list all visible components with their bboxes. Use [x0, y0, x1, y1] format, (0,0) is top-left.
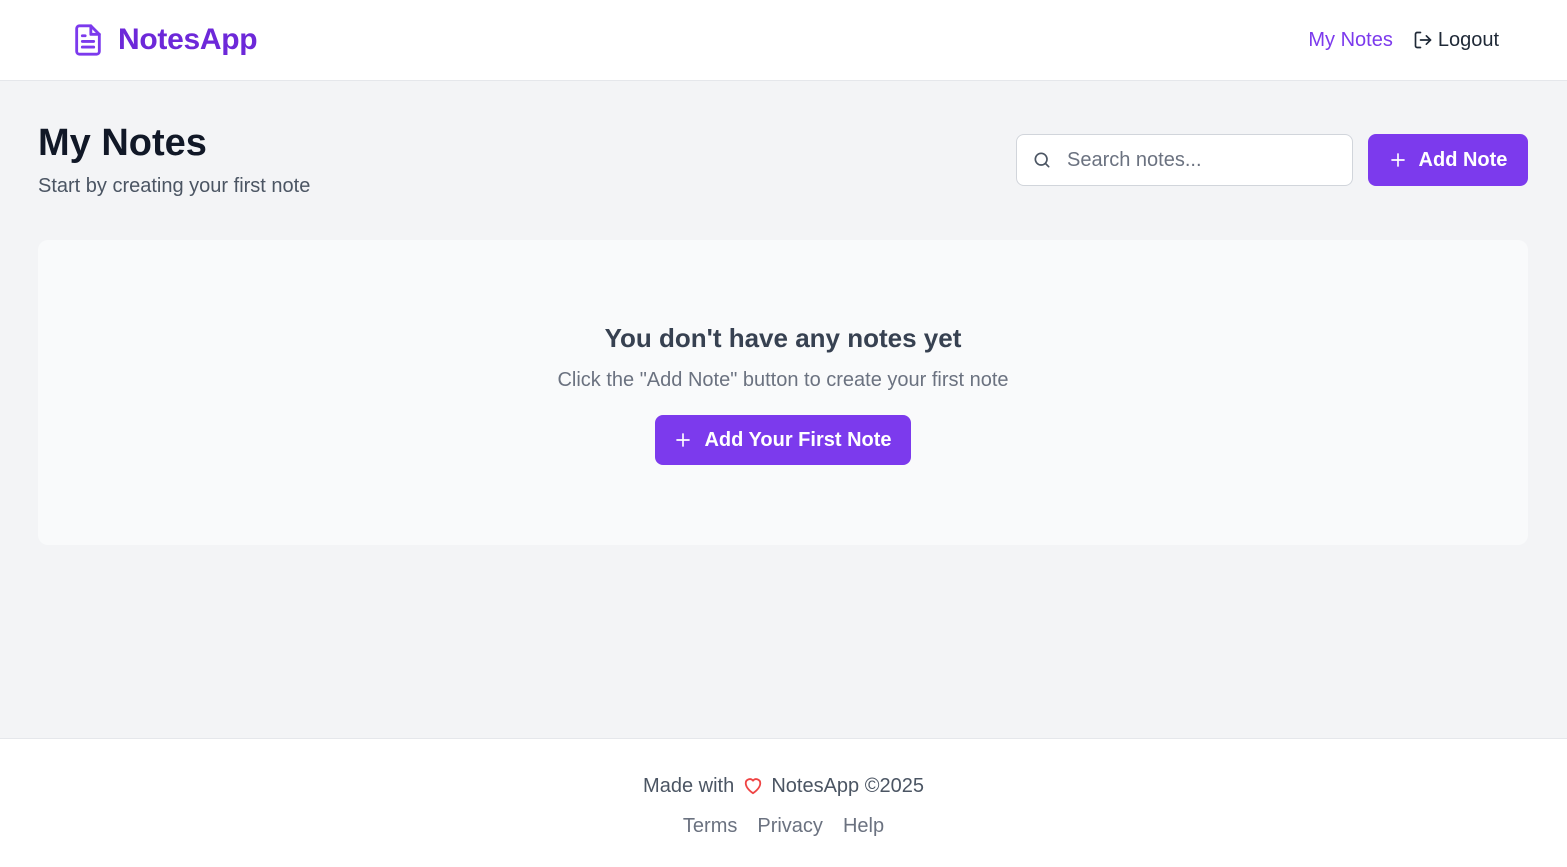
- nav-my-notes-link[interactable]: My Notes: [1308, 29, 1392, 52]
- footer-made-with: Made with: [643, 775, 735, 797]
- plus-icon: [674, 431, 692, 449]
- brand-logo-link[interactable]: NotesApp: [70, 20, 258, 60]
- empty-state-card: You don't have any notes yet Click the "…: [38, 240, 1528, 545]
- logout-icon: [1413, 30, 1433, 50]
- footer-link-terms[interactable]: Terms: [683, 813, 737, 839]
- add-first-note-label: Add Your First Note: [704, 428, 892, 451]
- footer: Made with NotesApp ©2025 Terms Privacy H…: [0, 738, 1567, 867]
- footer-copyright: NotesApp ©2025: [771, 775, 924, 797]
- logout-button[interactable]: Logout: [1413, 29, 1499, 52]
- logout-label: Logout: [1437, 28, 1499, 51]
- footer-link-help[interactable]: Help: [843, 813, 884, 839]
- add-first-note-button[interactable]: Add Your First Note: [655, 415, 911, 465]
- nav-links: My Notes Logout: [1308, 24, 1499, 56]
- brand-name: NotesApp: [118, 23, 258, 56]
- add-note-label: Add Note: [1418, 148, 1508, 171]
- search-input[interactable]: [1067, 135, 1347, 185]
- document-icon: [70, 20, 106, 60]
- footer-credit: Made with NotesApp ©2025: [0, 773, 1567, 799]
- search-box: [1016, 134, 1353, 186]
- heart-icon: [742, 775, 764, 795]
- page-title: My Notes: [38, 122, 207, 164]
- footer-links: Terms Privacy Help: [0, 813, 1567, 839]
- footer-link-privacy[interactable]: Privacy: [757, 813, 823, 839]
- search-icon: [1032, 150, 1052, 170]
- empty-state-title: You don't have any notes yet: [604, 323, 962, 353]
- top-navbar: NotesApp My Notes Logout: [0, 0, 1567, 81]
- add-note-button[interactable]: Add Note: [1368, 134, 1528, 186]
- plus-icon: [1389, 151, 1407, 169]
- empty-state-message: Click the "Add Note" button to create yo…: [557, 369, 1009, 391]
- page-subtitle: Start by creating your first note: [38, 175, 311, 197]
